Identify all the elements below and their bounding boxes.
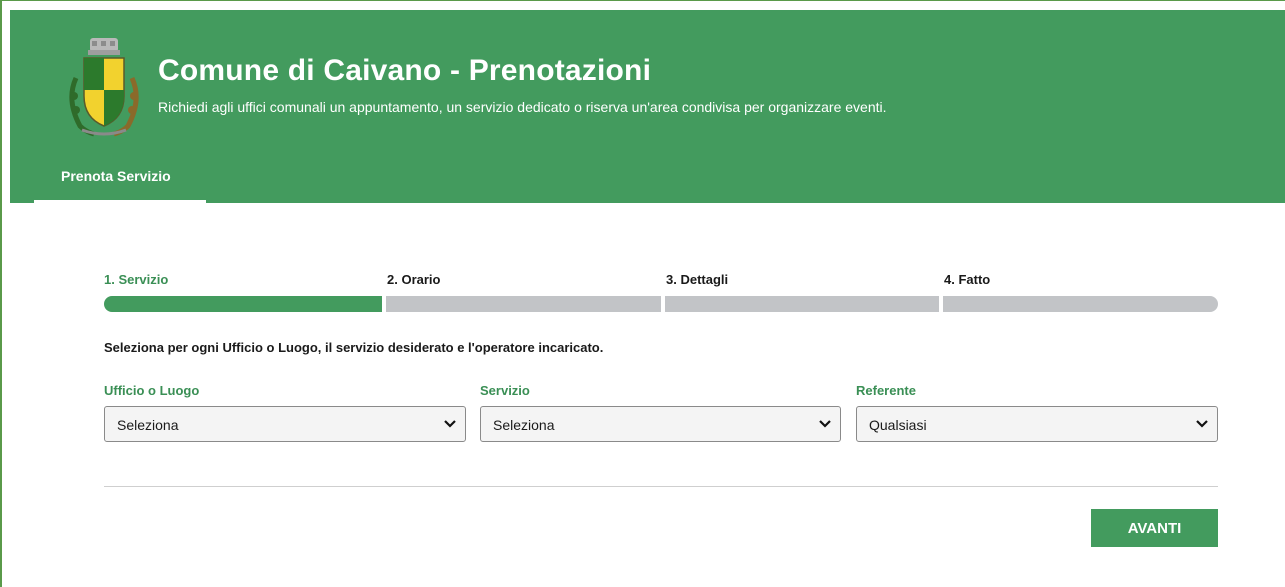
- site-header: Comune di Caivano - Prenotazioni Richied…: [10, 10, 1285, 203]
- referente-select[interactable]: Qualsiasi: [856, 406, 1218, 442]
- chevron-down-icon: [444, 420, 456, 428]
- step-label-dettagli: 3. Dettagli: [666, 272, 729, 287]
- referente-value: Qualsiasi: [869, 417, 927, 433]
- progress-segment-4: [943, 296, 1218, 312]
- referente-label: Referente: [856, 383, 916, 398]
- step-label-servizio: 1. Servizio: [104, 272, 169, 287]
- progress-segment-1-active: [104, 296, 382, 312]
- progress-segment-2: [386, 296, 661, 312]
- page-subtitle: Richiedi agli uffici comunali un appunta…: [158, 99, 887, 115]
- servizio-label: Servizio: [480, 383, 530, 398]
- municipal-coat-of-arms-icon: [69, 38, 139, 137]
- ufficio-luogo-label: Ufficio o Luogo: [104, 383, 200, 398]
- ufficio-luogo-value: Seleziona: [117, 417, 179, 433]
- avanti-button[interactable]: AVANTI: [1091, 509, 1218, 547]
- progress-segment-3: [665, 296, 939, 312]
- step-label-fatto: 4. Fatto: [944, 272, 991, 287]
- form-divider: [104, 486, 1218, 487]
- tab-prenota-servizio[interactable]: Prenota Servizio: [34, 164, 206, 203]
- servizio-value: Seleziona: [493, 417, 555, 433]
- step-label-orario: 2. Orario: [387, 272, 441, 287]
- tab-label: Prenota Servizio: [61, 168, 171, 184]
- chevron-down-icon: [1196, 420, 1208, 428]
- form-instruction: Seleziona per ogni Ufficio o Luogo, il s…: [104, 340, 604, 355]
- ufficio-luogo-select[interactable]: Seleziona: [104, 406, 466, 442]
- page-title: Comune di Caivano - Prenotazioni: [158, 54, 652, 87]
- chevron-down-icon: [819, 420, 831, 428]
- servizio-select[interactable]: Seleziona: [480, 406, 841, 442]
